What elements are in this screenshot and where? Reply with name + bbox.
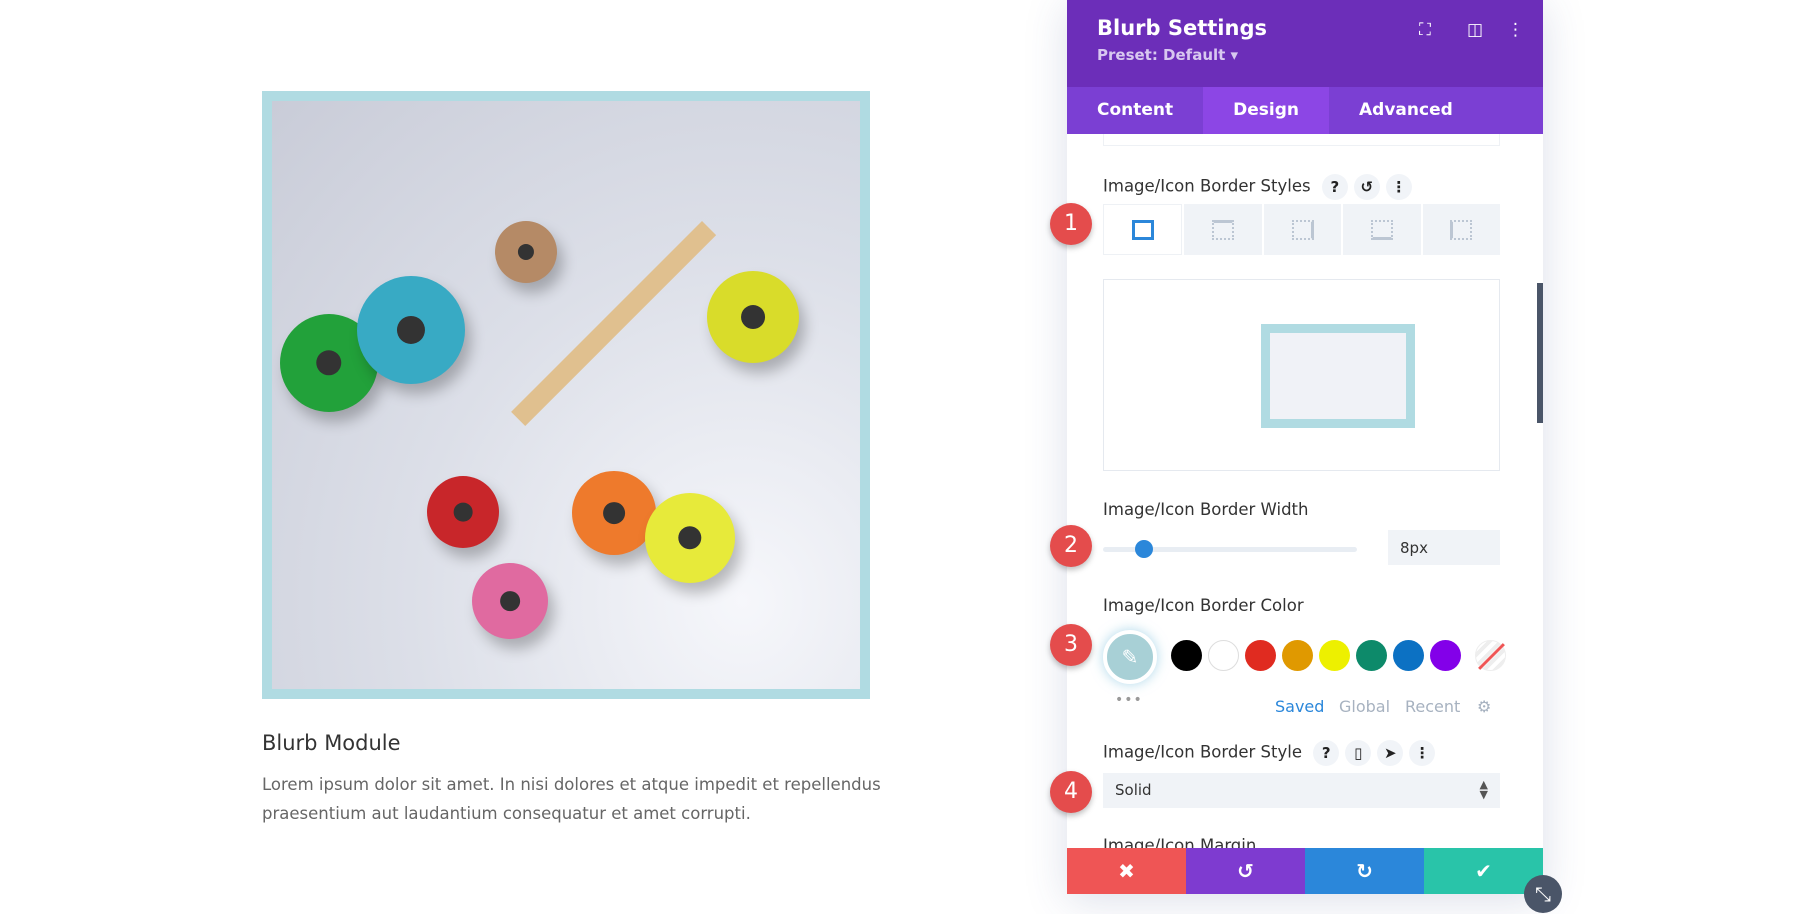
blurb-title: Blurb Module bbox=[262, 731, 401, 755]
border-right-icon bbox=[1291, 219, 1314, 240]
color-swatch[interactable] bbox=[1282, 640, 1313, 671]
redo-icon: ↻ bbox=[1356, 859, 1373, 883]
color-swatch[interactable] bbox=[1208, 640, 1239, 671]
border-width-label: Image/Icon Border Width bbox=[1103, 500, 1309, 519]
border-side-selector bbox=[1103, 204, 1501, 255]
border-width-input[interactable]: 8px bbox=[1388, 530, 1500, 565]
more-colors-icon[interactable]: ••• bbox=[1115, 692, 1143, 708]
help-icon[interactable]: ? bbox=[1321, 174, 1348, 200]
border-style-label: Image/Icon Border Style bbox=[1103, 742, 1302, 762]
responsive-icon[interactable]: ▯ bbox=[1345, 740, 1372, 766]
color-picker-button[interactable]: ✎ bbox=[1103, 630, 1157, 684]
step-badge-3: 3 bbox=[1050, 624, 1092, 666]
hover-icon[interactable]: ➤ bbox=[1377, 740, 1404, 766]
border-preview bbox=[1103, 279, 1500, 471]
settings-panel: Blurb Settings Preset: Default ▾ ⛶ ◫ ⋮ C… bbox=[1067, 0, 1543, 894]
step-badge-2: 2 bbox=[1050, 525, 1092, 567]
panel-title: Blurb Settings bbox=[1097, 16, 1267, 40]
step-badge-4: 4 bbox=[1050, 771, 1092, 813]
border-left-button[interactable] bbox=[1422, 204, 1501, 255]
panel-footer: ✖ ↺ ↻ ✔ bbox=[1067, 848, 1543, 894]
step-badge-1: 1 bbox=[1050, 203, 1092, 245]
border-styles-label-row: Image/Icon Border Styles ? ↺ ⋮ bbox=[1103, 174, 1412, 200]
more-icon[interactable]: ⋮ bbox=[1409, 740, 1436, 766]
more-icon[interactable]: ⋮ bbox=[1385, 174, 1412, 200]
resize-handle[interactable]: ⤡ bbox=[1524, 875, 1562, 913]
undo-button[interactable]: ↺ bbox=[1186, 848, 1305, 894]
split-view-icon[interactable]: ◫ bbox=[1467, 20, 1483, 40]
color-swatch[interactable] bbox=[1430, 640, 1461, 671]
border-color-label: Image/Icon Border Color bbox=[1103, 596, 1304, 615]
color-swatch[interactable] bbox=[1393, 640, 1424, 671]
palette-tab-recent[interactable]: Recent bbox=[1405, 697, 1460, 716]
more-options-icon[interactable]: ⋮ bbox=[1507, 20, 1524, 40]
cancel-button[interactable]: ✖ bbox=[1067, 848, 1186, 894]
panel-scrollbar[interactable] bbox=[1537, 283, 1543, 423]
border-top-icon bbox=[1212, 219, 1235, 240]
color-swatch[interactable] bbox=[1171, 640, 1202, 671]
border-all-icon bbox=[1131, 219, 1154, 240]
palette-tab-global[interactable]: Global bbox=[1339, 697, 1390, 716]
undo-icon: ↺ bbox=[1237, 859, 1254, 883]
border-top-button[interactable] bbox=[1184, 204, 1262, 255]
panel-header: Blurb Settings Preset: Default ▾ ⛶ ◫ ⋮ bbox=[1067, 0, 1543, 87]
border-right-button[interactable] bbox=[1263, 204, 1342, 255]
color-swatch[interactable] bbox=[1319, 640, 1350, 671]
color-swatch[interactable] bbox=[1356, 640, 1387, 671]
redo-button[interactable]: ↻ bbox=[1305, 848, 1424, 894]
close-icon: ✖ bbox=[1118, 859, 1135, 883]
slider-handle[interactable] bbox=[1134, 540, 1153, 558]
color-swatch[interactable] bbox=[1245, 640, 1276, 671]
blurb-text: Lorem ipsum dolor sit amet. In nisi dolo… bbox=[262, 775, 881, 823]
border-style-value: Solid bbox=[1115, 781, 1152, 799]
tab-design[interactable]: Design bbox=[1203, 87, 1330, 134]
tab-advanced[interactable]: Advanced bbox=[1329, 87, 1483, 134]
no-color-swatch[interactable] bbox=[1475, 640, 1506, 671]
border-all-button[interactable] bbox=[1103, 204, 1183, 255]
blurb-image bbox=[262, 91, 870, 699]
tab-bar: Content Design Advanced bbox=[1067, 87, 1543, 134]
help-icon[interactable]: ? bbox=[1313, 740, 1340, 766]
fullscreen-icon[interactable]: ⛶ bbox=[1419, 20, 1431, 40]
palette-tab-saved[interactable]: Saved bbox=[1275, 697, 1324, 716]
check-icon: ✔ bbox=[1475, 859, 1492, 883]
border-style-select[interactable]: Solid ▲ ▼ bbox=[1103, 773, 1500, 808]
previous-field bbox=[1103, 134, 1500, 146]
border-preview-box bbox=[1261, 324, 1415, 428]
border-bottom-icon bbox=[1370, 219, 1393, 240]
border-bottom-button[interactable] bbox=[1343, 204, 1421, 255]
reset-icon[interactable]: ↺ bbox=[1353, 174, 1380, 200]
border-left-icon bbox=[1450, 219, 1473, 240]
border-style-label-row: Image/Icon Border Style ? ▯ ➤ ⋮ bbox=[1103, 740, 1436, 766]
border-styles-label: Image/Icon Border Styles bbox=[1103, 176, 1311, 196]
palette-settings-icon[interactable]: ⚙ bbox=[1477, 697, 1491, 716]
eyedropper-icon: ✎ bbox=[1121, 645, 1139, 669]
tab-content[interactable]: Content bbox=[1067, 87, 1203, 134]
preset-dropdown[interactable]: Preset: Default ▾ bbox=[1097, 46, 1513, 64]
select-arrows-icon: ▲ ▼ bbox=[1479, 778, 1488, 801]
